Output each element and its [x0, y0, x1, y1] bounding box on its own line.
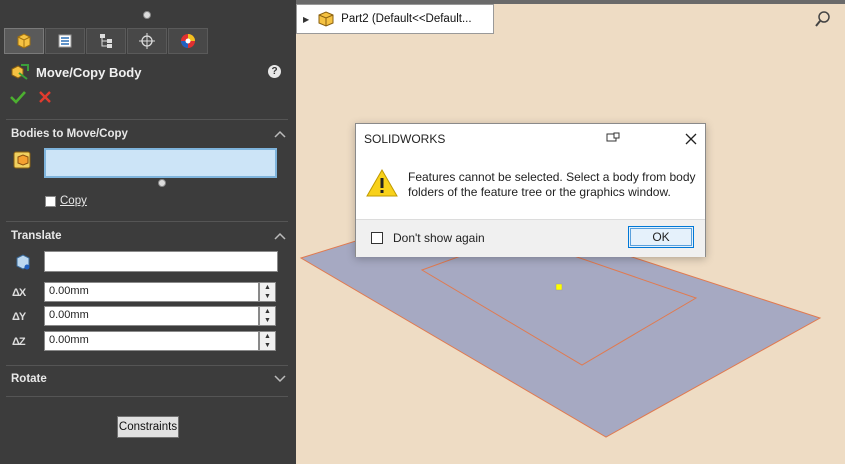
- ok-cancel-group: [10, 90, 52, 104]
- dont-show-checkbox[interactable]: [371, 232, 383, 244]
- delta-z-input[interactable]: 0.00mm: [44, 331, 259, 351]
- chevron-up-icon[interactable]: [274, 232, 286, 240]
- dialog-title: SOLIDWORKS: [364, 132, 446, 146]
- part-icon: [17, 33, 31, 49]
- delta-z-label: ΔZ: [12, 336, 26, 348]
- section-divider: [6, 365, 288, 366]
- delta-x-spinner[interactable]: ▲ ▼: [259, 282, 276, 302]
- vertex-reference-icon: [16, 254, 30, 270]
- translate-section-header[interactable]: Translate: [11, 230, 62, 242]
- dialog-message: Features cannot be selected. Select a bo…: [408, 170, 696, 199]
- checkmark-ok-icon[interactable]: [10, 90, 26, 104]
- close-icon[interactable]: [684, 132, 698, 146]
- delta-y-input[interactable]: 0.00mm: [44, 306, 259, 326]
- delta-x-input[interactable]: 0.00mm: [44, 282, 259, 302]
- warning-triangle-icon: [366, 168, 398, 197]
- translate-reference-field[interactable]: [44, 251, 278, 272]
- dont-show-label[interactable]: Don't show again: [393, 231, 485, 245]
- delta-y-spinner[interactable]: ▲ ▼: [259, 306, 276, 326]
- section-divider: [6, 119, 288, 120]
- chevron-down-icon[interactable]: [274, 375, 286, 383]
- color-ball-icon: [181, 34, 195, 48]
- copy-option[interactable]: Copy: [45, 195, 87, 207]
- restore-icon[interactable]: [606, 132, 620, 144]
- rotate-section-header[interactable]: Rotate: [11, 373, 47, 385]
- constraints-button[interactable]: Constraints: [117, 416, 179, 438]
- cancel-x-icon[interactable]: [38, 90, 52, 104]
- warning-dialog: SOLIDWORKS Features cannot be selected. …: [355, 123, 706, 257]
- grip-dot: [143, 11, 151, 19]
- crosshair-icon: [139, 33, 155, 49]
- tab-configuration[interactable]: [86, 28, 126, 54]
- section-divider: [6, 221, 288, 222]
- bodies-section-header[interactable]: Bodies to Move/Copy: [11, 128, 128, 140]
- feature-title: Move/Copy Body: [36, 64, 142, 80]
- list-icon: [58, 34, 72, 48]
- tree-icon: [100, 34, 112, 48]
- move-copy-body-icon: [11, 64, 29, 80]
- bodies-selection-box[interactable]: [44, 148, 277, 178]
- tab-dimxpert[interactable]: [127, 28, 167, 54]
- solid-body-icon: [13, 151, 31, 169]
- tab-feature-tree[interactable]: [45, 28, 85, 54]
- delta-x-label: ΔX: [12, 287, 26, 299]
- manager-tabs: [4, 28, 209, 54]
- chevron-up-icon[interactable]: [274, 130, 286, 138]
- section-divider: [6, 396, 288, 397]
- panel-grip[interactable]: [0, 9, 296, 21]
- resize-dot[interactable]: [158, 179, 166, 187]
- property-manager: Move/Copy Body ? Bodies to Move/Copy Cop…: [0, 0, 296, 464]
- copy-label: Copy: [60, 195, 87, 207]
- tab-display-manager[interactable]: [168, 28, 208, 54]
- delta-y-label: ΔY: [12, 311, 26, 323]
- help-icon[interactable]: ?: [268, 65, 281, 78]
- dialog-footer: Don't show again OK: [356, 219, 705, 257]
- ok-button[interactable]: OK: [628, 226, 694, 248]
- delta-z-spinner[interactable]: ▲ ▼: [259, 331, 276, 351]
- origin-point[interactable]: [555, 283, 563, 291]
- copy-checkbox[interactable]: [45, 195, 56, 207]
- tab-property-manager[interactable]: [4, 28, 44, 54]
- feature-title-row: Move/Copy Body: [10, 62, 290, 82]
